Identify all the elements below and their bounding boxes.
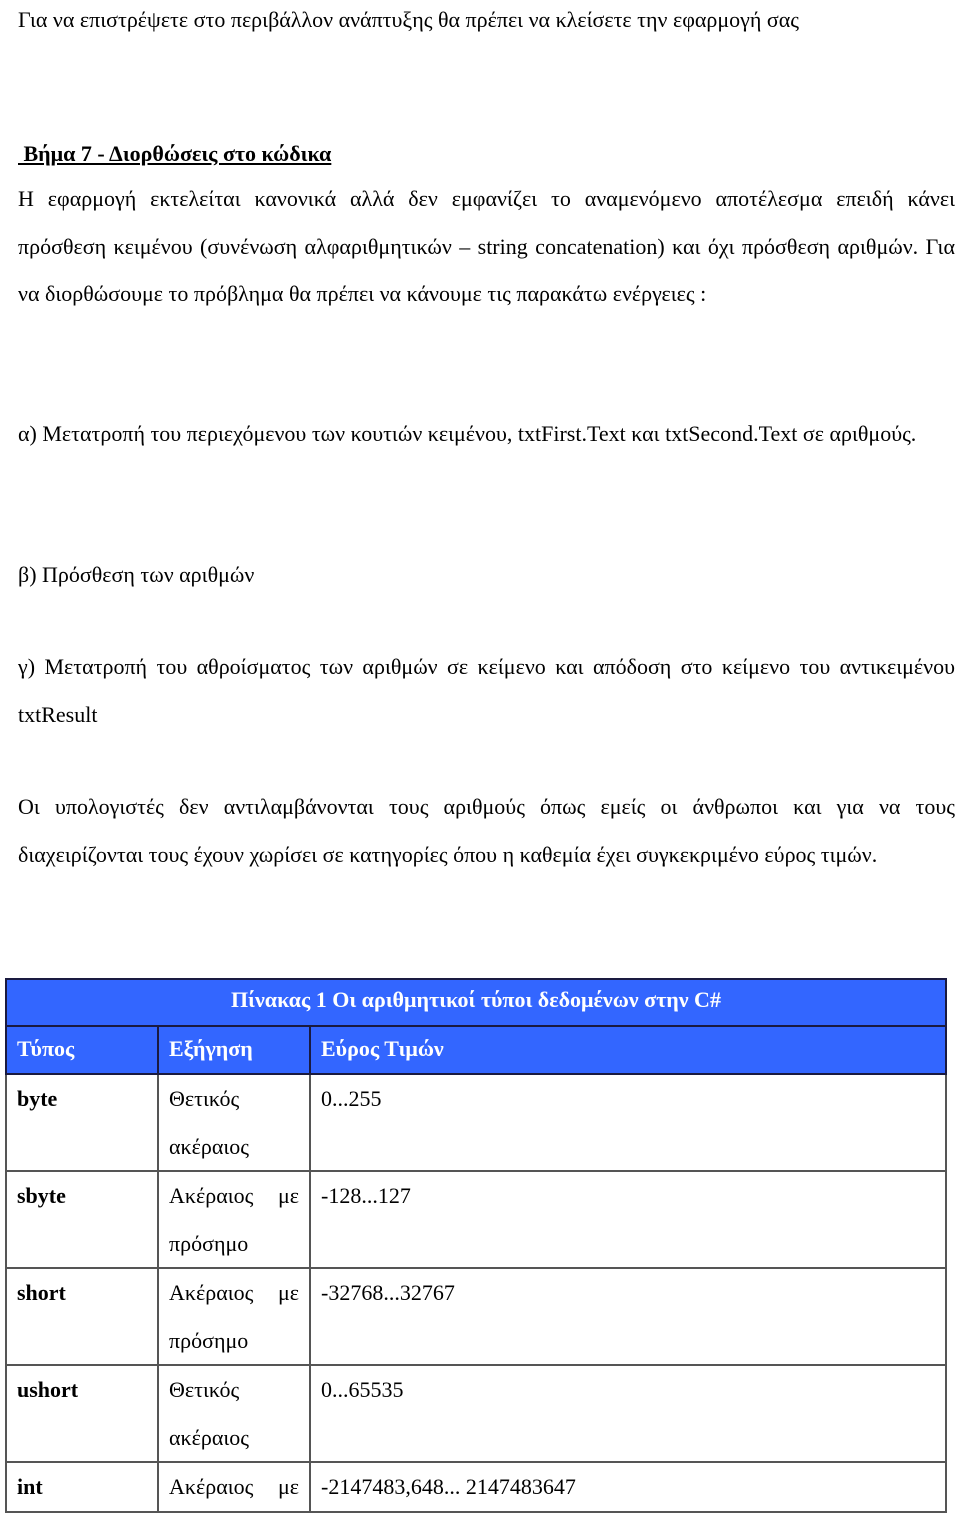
- explanation-line: Θετικός: [169, 1086, 240, 1111]
- range-cell: -2147483,648... 2147483647: [309, 1461, 947, 1513]
- explanation-line: Ακέραιος με: [169, 1474, 299, 1499]
- type-cell: byte: [5, 1073, 159, 1172]
- computers-paragraph: Οι υπολογιστές δεν αντιλαμβάνονται τους …: [18, 794, 955, 867]
- table-caption: Πίνακας 1 Οι αριθμητικοί τύποι δεδομένων…: [5, 978, 947, 1027]
- table-row: byte Θετικός ακέραιος 0...255: [5, 1073, 947, 1172]
- range-cell: 0...65535: [309, 1364, 947, 1463]
- type-cell: short: [5, 1267, 159, 1366]
- explanation-line: πρόσημο: [169, 1327, 249, 1353]
- step-b: β) Πρόσθεση των αριθμών: [18, 562, 255, 587]
- type-cell: sbyte: [5, 1170, 159, 1269]
- explanation-line: Θετικός: [169, 1377, 240, 1402]
- column-header-explanation: Εξήγηση: [157, 1025, 311, 1075]
- table-caption-row: Πίνακας 1 Οι αριθμητικοί τύποι δεδομένων…: [5, 978, 947, 1027]
- column-header-type: Τύπος: [5, 1025, 159, 1075]
- range-cell: 0...255: [309, 1073, 947, 1172]
- explanation-cell: Ακέραιος με: [157, 1461, 311, 1513]
- explanation-paragraph: Η εφαρμογή εκτελείται κανονικά αλλά δεν …: [18, 186, 955, 306]
- step-c: γ) Μετατροπή του αθροίσματος των αριθμών…: [18, 654, 955, 727]
- numeric-types-table: Πίνακας 1 Οι αριθμητικοί τύποι δεδομένων…: [5, 978, 947, 1513]
- type-cell: ushort: [5, 1364, 159, 1463]
- explanation-cell: Θετικός ακέραιος: [157, 1073, 311, 1172]
- explanation-line: πρόσημο: [169, 1230, 249, 1256]
- step-a: α) Μετατροπή του περιεχόμενου των κουτιώ…: [18, 421, 917, 446]
- explanation-line: Ακέραιος με: [169, 1280, 299, 1305]
- table-row: short Ακέραιος με πρόσημο -32768...32767: [5, 1267, 947, 1366]
- table-row: ushort Θετικός ακέραιος 0...65535: [5, 1364, 947, 1463]
- column-header-range: Εύρος Τιμών: [309, 1025, 947, 1075]
- table-row: int Ακέραιος με -2147483,648... 21474836…: [5, 1461, 947, 1513]
- range-cell: -32768...32767: [309, 1267, 947, 1366]
- explanation-cell: Θετικός ακέραιος: [157, 1364, 311, 1463]
- intro-paragraph: Για να επιστρέψετε στο περιβάλλον ανάπτυ…: [18, 7, 800, 32]
- step-heading: Βήμα 7 - Διορθώσεις στο κώδικα: [18, 141, 332, 166]
- table-row: sbyte Ακέραιος με πρόσημο -128...127: [5, 1170, 947, 1269]
- type-cell: int: [5, 1461, 159, 1513]
- explanation-cell: Ακέραιος με πρόσημο: [157, 1170, 311, 1269]
- explanation-cell: Ακέραιος με πρόσημο: [157, 1267, 311, 1366]
- explanation-line: ακέραιος: [169, 1424, 249, 1450]
- explanation-line: ακέραιος: [169, 1133, 249, 1159]
- range-cell: -128...127: [309, 1170, 947, 1269]
- table-header-row: Τύπος Εξήγηση Εύρος Τιμών: [5, 1025, 947, 1075]
- explanation-line: Ακέραιος με: [169, 1183, 299, 1208]
